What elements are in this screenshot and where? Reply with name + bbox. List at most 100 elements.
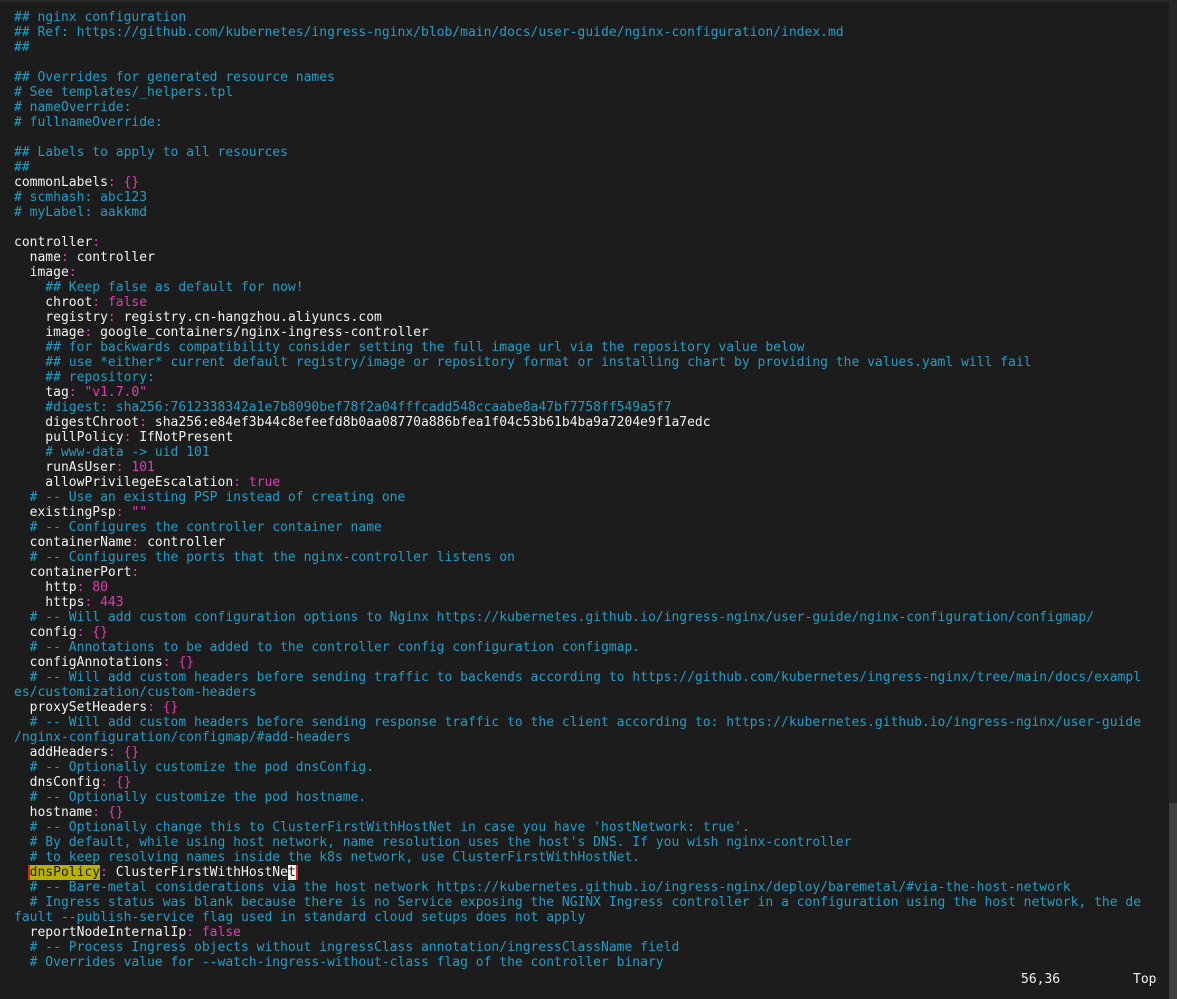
- code-line[interactable]: pullPolicy: IfNotPresent: [14, 430, 1169, 445]
- code-line[interactable]: # -- Configures the ports that the nginx…: [14, 550, 1169, 565]
- code-line[interactable]: # Ingress status was blank because there…: [14, 895, 1169, 910]
- code-line[interactable]: configAnnotations: {}: [14, 655, 1169, 670]
- code-comment: # myLabel: aakkmd: [14, 205, 148, 220]
- code-comment: ## Overrides for generated resource name…: [14, 70, 335, 85]
- code-comment: # -- Process Ingress objects without ing…: [14, 940, 680, 955]
- code-key: http: [14, 580, 77, 595]
- code-line[interactable]: ## nginx configuration: [14, 10, 1169, 25]
- code-line[interactable]: # -- Will add custom configuration optio…: [14, 610, 1169, 625]
- code-token: :: [107, 745, 124, 760]
- code-line[interactable]: runAsUser: 101: [14, 460, 1169, 475]
- code-line[interactable]: https: 443: [14, 595, 1169, 610]
- code-line[interactable]: # By default, while using host network, …: [14, 835, 1169, 850]
- code-line[interactable]: image: google_containers/nginx-ingress-c…: [14, 325, 1169, 340]
- scroll-position: Top: [1133, 972, 1157, 987]
- code-line[interactable]: # -- Configures the controller container…: [14, 520, 1169, 535]
- code-line[interactable]: registry: registry.cn-hangzhou.aliyuncs.…: [14, 310, 1169, 325]
- code-line[interactable]: existingPsp: "": [14, 505, 1169, 520]
- code-line[interactable]: # nameOverride:: [14, 100, 1169, 115]
- code-line[interactable]: ## use *either* current default registry…: [14, 355, 1169, 370]
- code-line[interactable]: allowPrivilegeEscalation: true: [14, 475, 1169, 490]
- code-line[interactable]: # -- Bare-metal considerations via the h…: [14, 880, 1169, 895]
- code-token: :: [107, 175, 124, 190]
- code-line[interactable]: dnsPolicy: ClusterFirstWithHostNet: [14, 865, 1169, 880]
- code-line[interactable]: hostname: {}: [14, 805, 1169, 820]
- code-line[interactable]: # -- Process Ingress objects without ing…: [14, 940, 1169, 955]
- code-token: sha256:e84ef3b44c8efeefd8b0aa08770a886bf…: [154, 415, 711, 430]
- code-line[interactable]: [14, 130, 1169, 145]
- code-line[interactable]: ## repository:: [14, 370, 1169, 385]
- code-comment: # -- Configures the ports that the nginx…: [14, 550, 515, 565]
- code-line[interactable]: containerName: controller: [14, 535, 1169, 550]
- scrollbar-thumb[interactable]: [1169, 803, 1177, 999]
- terminal-window[interactable]: ## nginx configuration ## Ref: https://gi…: [0, 0, 1177, 999]
- code-line[interactable]: fault --publish-service flag used in sta…: [14, 910, 1169, 925]
- code-line[interactable]: tag: "v1.7.0": [14, 385, 1169, 400]
- code-line[interactable]: ## Labels to apply to all resources: [14, 145, 1169, 160]
- code-line[interactable]: ## Overrides for generated resource name…: [14, 70, 1169, 85]
- code-line[interactable]: ##: [14, 160, 1169, 175]
- code-token: 443: [100, 595, 124, 610]
- code-line[interactable]: digestChroot: sha256:e84ef3b44c8efeefd8b…: [14, 415, 1169, 430]
- code-token: false: [201, 925, 241, 940]
- code-token: :: [92, 235, 101, 250]
- code-line[interactable]: chroot: false: [14, 295, 1169, 310]
- code-line[interactable]: ## for backwards compatibility consider …: [14, 340, 1169, 355]
- code-line[interactable]: ##: [14, 40, 1169, 55]
- code-comment: ## Ref: https://github.com/kubernetes/in…: [14, 25, 844, 40]
- code-line[interactable]: # www-data -> uid 101: [14, 445, 1169, 460]
- code-line[interactable]: # myLabel: aakkmd: [14, 205, 1169, 220]
- code-comment: ## nginx configuration: [14, 10, 187, 25]
- code-line[interactable]: # See templates/_helpers.tpl: [14, 85, 1169, 100]
- code-line[interactable]: [14, 220, 1169, 235]
- code-key: existingPsp: [14, 505, 116, 520]
- code-comment: # Overrides value for --watch-ingress-wi…: [14, 955, 664, 970]
- code-token: controller: [76, 250, 155, 265]
- code-line[interactable]: # -- Optionally change this to ClusterFi…: [14, 820, 1169, 835]
- code-line[interactable]: es/customization/custom-headers: [14, 685, 1169, 700]
- code-line[interactable]: addHeaders: {}: [14, 745, 1169, 760]
- code-line[interactable]: controller:: [14, 235, 1169, 250]
- code-comment: ##: [14, 160, 30, 175]
- code-line[interactable]: commonLabels: {}: [14, 175, 1169, 190]
- code-line[interactable]: ## Ref: https://github.com/kubernetes/in…: [14, 25, 1169, 40]
- code-line[interactable]: # fullnameOverride:: [14, 115, 1169, 130]
- code-line[interactable]: image:: [14, 265, 1169, 280]
- code-line[interactable]: dnsConfig: {}: [14, 775, 1169, 790]
- code-line[interactable]: # scmhash: abc123: [14, 190, 1169, 205]
- code-comment: ##: [14, 40, 30, 55]
- code-comment: # nameOverride:: [14, 100, 132, 115]
- scrollbar-track[interactable]: [1169, 0, 1177, 999]
- code-token: :: [92, 295, 108, 310]
- editor-text-area[interactable]: ## nginx configuration ## Ref: https://gi…: [14, 10, 1169, 970]
- code-line[interactable]: # -- Will add custom headers before send…: [14, 670, 1169, 685]
- text-cursor: t: [287, 865, 296, 880]
- code-line[interactable]: name: controller: [14, 250, 1169, 265]
- code-line[interactable]: containerPort:: [14, 565, 1169, 580]
- code-token: "": [131, 505, 148, 520]
- code-token: :: [92, 805, 108, 820]
- code-token: :: [147, 700, 163, 715]
- code-line[interactable]: [14, 55, 1169, 70]
- code-line[interactable]: #digest: sha256:7612338342a1e7b8090bef78…: [14, 400, 1169, 415]
- code-line[interactable]: # -- Annotations to be added to the cont…: [14, 640, 1169, 655]
- code-line[interactable]: ## Keep false as default for now!: [14, 280, 1169, 295]
- code-comment: # -- Optionally customize the pod dnsCon…: [14, 760, 375, 775]
- code-line[interactable]: # -- Optionally customize the pod hostna…: [14, 790, 1169, 805]
- code-comment: # -- Optionally customize the pod hostna…: [14, 790, 367, 805]
- code-line[interactable]: # -- Optionally customize the pod dnsCon…: [14, 760, 1169, 775]
- code-token: false: [107, 295, 148, 310]
- code-line[interactable]: http: 80: [14, 580, 1169, 595]
- code-line[interactable]: reportNodeInternalIp: false: [14, 925, 1169, 940]
- code-key: [14, 865, 30, 880]
- code-line[interactable]: # -- Use an existing PSP instead of crea…: [14, 490, 1169, 505]
- code-line[interactable]: /nginx-configuration/configmap/#add-head…: [14, 730, 1169, 745]
- code-line[interactable]: config: {}: [14, 625, 1169, 640]
- code-comment: ## for backwards compatibility consider …: [14, 340, 805, 355]
- code-token: {}: [115, 775, 132, 790]
- code-line[interactable]: proxySetHeaders: {}: [14, 700, 1169, 715]
- code-comment: ## Labels to apply to all resources: [14, 145, 288, 160]
- code-line[interactable]: # -- Will add custom headers before send…: [14, 715, 1169, 730]
- code-line[interactable]: # Overrides value for --watch-ingress-wi…: [14, 955, 1169, 970]
- code-line[interactable]: # to keep resolving names inside the k8s…: [14, 850, 1169, 865]
